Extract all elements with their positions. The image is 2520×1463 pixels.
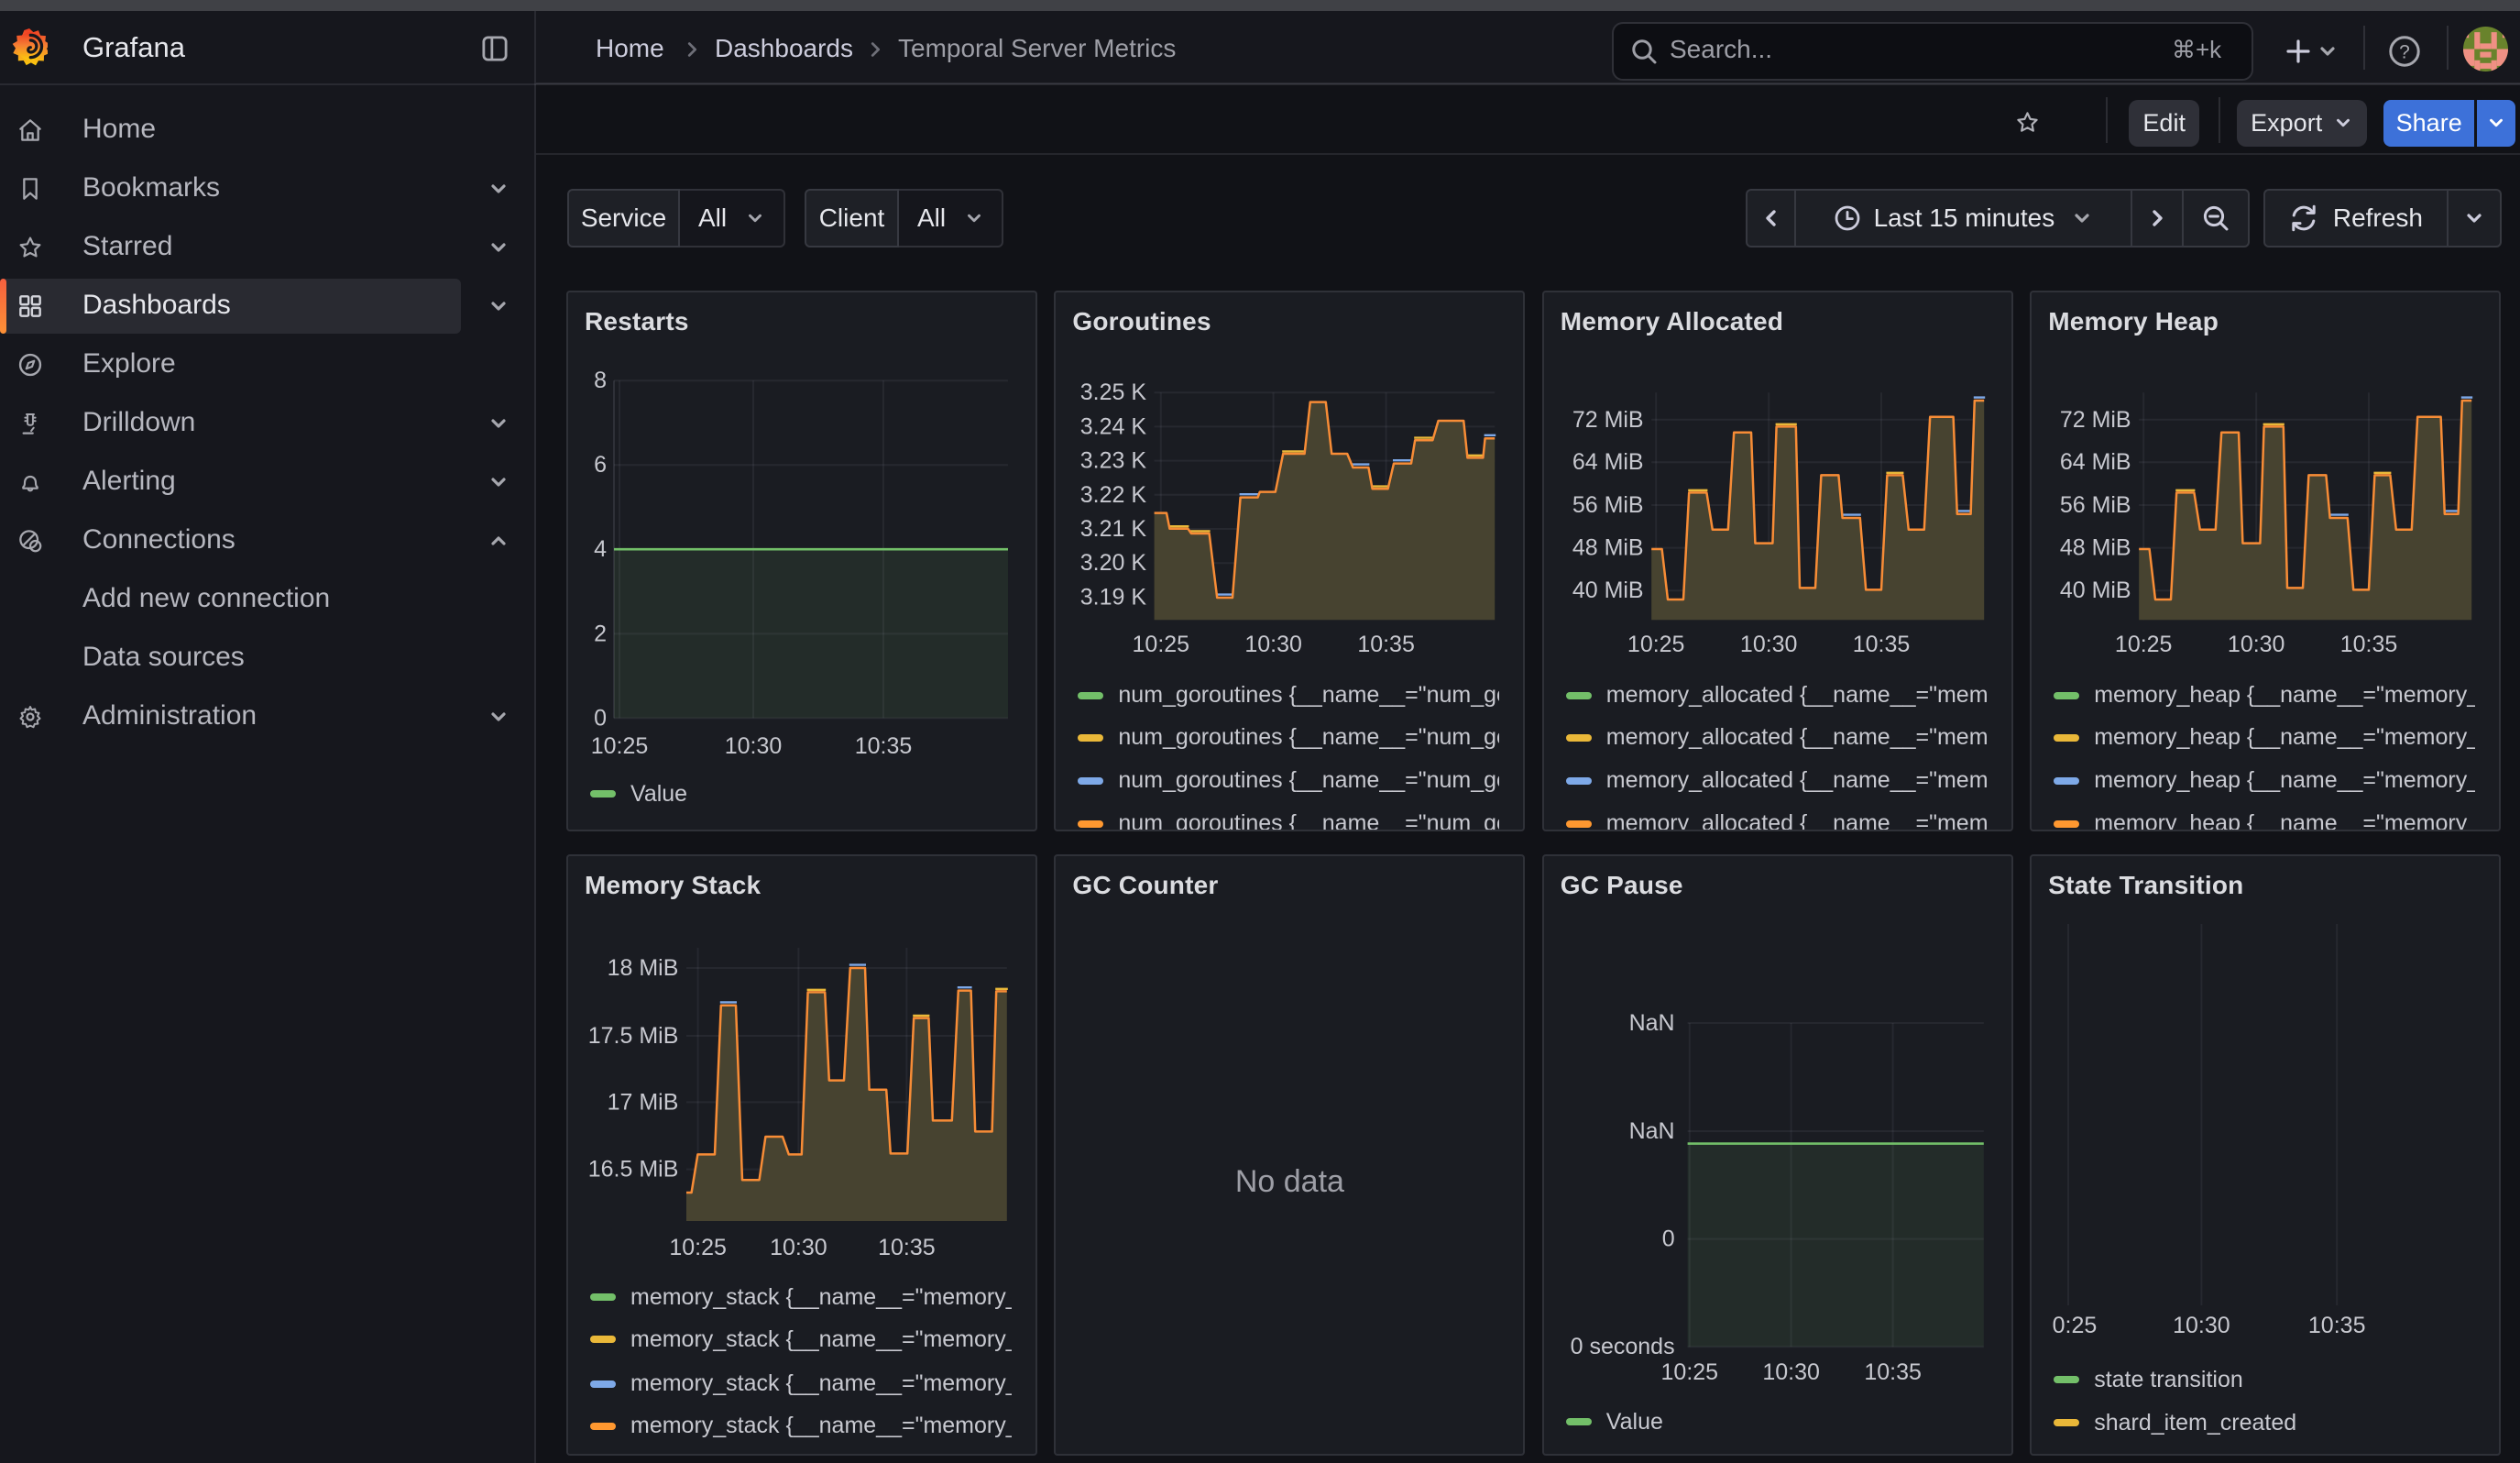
- svg-text:3.21 K: 3.21 K: [1080, 516, 1147, 542]
- svg-text:2: 2: [594, 621, 607, 646]
- svg-text:64 MiB: 64 MiB: [1572, 449, 1644, 475]
- svg-text:10:30: 10:30: [1245, 632, 1303, 657]
- svg-text:10:30: 10:30: [770, 1235, 827, 1260]
- svg-text:10:35: 10:35: [1864, 1359, 1922, 1385]
- svg-text:56 MiB: 56 MiB: [2060, 492, 2131, 518]
- svg-text:10:35: 10:35: [2340, 632, 2398, 657]
- svg-text:10:30: 10:30: [1762, 1359, 1820, 1385]
- svg-text:10:35: 10:35: [1358, 632, 1416, 657]
- svg-text:10:25: 10:25: [2115, 632, 2173, 657]
- svg-text:72 MiB: 72 MiB: [2060, 407, 2131, 433]
- svg-text:3.25 K: 3.25 K: [1080, 380, 1147, 405]
- svg-text:0: 0: [1661, 1226, 1674, 1252]
- svg-text:48 MiB: 48 MiB: [2060, 534, 2131, 560]
- svg-text:72 MiB: 72 MiB: [1572, 407, 1644, 433]
- svg-text:40 MiB: 40 MiB: [2060, 578, 2131, 603]
- svg-text:3.23 K: 3.23 K: [1080, 447, 1147, 473]
- svg-text:16.5 MiB: 16.5 MiB: [588, 1157, 679, 1182]
- svg-text:10:25: 10:25: [1133, 632, 1190, 657]
- svg-text:10:35: 10:35: [878, 1235, 936, 1260]
- svg-text:10:30: 10:30: [725, 733, 783, 759]
- svg-text:10:25: 10:25: [669, 1235, 727, 1260]
- svg-text:3.24 K: 3.24 K: [1080, 413, 1147, 439]
- svg-text:10:30: 10:30: [2173, 1313, 2230, 1338]
- svg-text:8: 8: [594, 368, 607, 393]
- svg-text:10:25: 10:25: [591, 733, 649, 759]
- svg-text:10:25: 10:25: [1660, 1359, 1718, 1385]
- svg-text:4: 4: [594, 536, 607, 562]
- svg-text:0: 0: [594, 705, 607, 731]
- svg-text:3.20 K: 3.20 K: [1080, 550, 1147, 576]
- svg-text:17 MiB: 17 MiB: [608, 1089, 679, 1115]
- svg-text:18 MiB: 18 MiB: [608, 955, 679, 981]
- svg-text:NaN: NaN: [1628, 1010, 1674, 1036]
- svg-text:6: 6: [594, 452, 607, 478]
- svg-text:10:30: 10:30: [2228, 632, 2285, 657]
- svg-text:56 MiB: 56 MiB: [1572, 492, 1644, 518]
- svg-text:10:35: 10:35: [2308, 1313, 2366, 1338]
- svg-text:64 MiB: 64 MiB: [2060, 449, 2131, 475]
- svg-text:10:35: 10:35: [855, 733, 913, 759]
- svg-text:10:30: 10:30: [1740, 632, 1798, 657]
- svg-text:10:25: 10:25: [1627, 632, 1685, 657]
- svg-text:0 seconds: 0 seconds: [1570, 1334, 1674, 1359]
- svg-text:NaN: NaN: [1628, 1118, 1674, 1144]
- svg-text:17.5 MiB: 17.5 MiB: [588, 1023, 679, 1049]
- svg-text:?: ?: [2399, 41, 2410, 62]
- svg-text:10:35: 10:35: [1853, 632, 1911, 657]
- svg-text:40 MiB: 40 MiB: [1572, 578, 1644, 603]
- svg-text:3.22 K: 3.22 K: [1080, 482, 1147, 508]
- svg-text:3.19 K: 3.19 K: [1080, 584, 1147, 610]
- svg-text:48 MiB: 48 MiB: [1572, 534, 1644, 560]
- svg-text:10:25: 10:25: [2040, 1313, 2098, 1338]
